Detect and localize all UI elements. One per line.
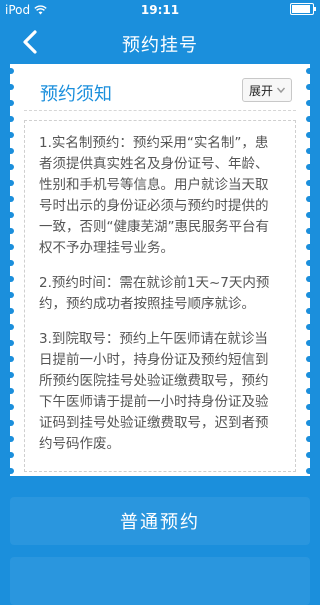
normal-appointment-button[interactable]: 普通预约 [10,497,310,545]
notice-paragraph-1: 1.实名制预约：预约采用“实名制”，患者须提供真实姓名及身份证号、年龄、性别和手… [39,135,269,256]
notice-paragraph-2: 2.预约时间：需在就诊前1天~7天内预约，预约成功者按照挂号顺序就诊。 [39,275,270,312]
expand-label: 展开 [249,83,274,98]
navigation-bar: 预约挂号 [0,20,320,64]
expand-dropdown[interactable]: 展开 [242,78,292,102]
status-time: 19:11 [140,3,180,17]
perforation-right [306,64,314,476]
notice-card: 预约须知 展开 1.实名制预约：预约采用“实名制”，患者须提供真实姓名及身份证号… [6,64,314,476]
perforation-left [6,64,14,476]
page-title: 预约挂号 [122,35,198,56]
notice-content: 1.实名制预约：预约采用“实名制”，患者须提供真实姓名及身份证号、年龄、性别和手… [24,120,296,472]
notice-header: 预约须知 展开 [24,70,296,111]
secondary-button[interactable] [10,557,310,605]
notice-title: 预约须知 [40,84,112,105]
battery-icon [290,3,316,15]
notice-paragraph-3: 3.到院取号：预约上午医师请在就诊当日提前一小时，持身份证及预约短信到所预约医院… [39,331,269,452]
chevron-down-icon [276,87,286,94]
status-bar: iPod 19:11 [0,0,320,20]
